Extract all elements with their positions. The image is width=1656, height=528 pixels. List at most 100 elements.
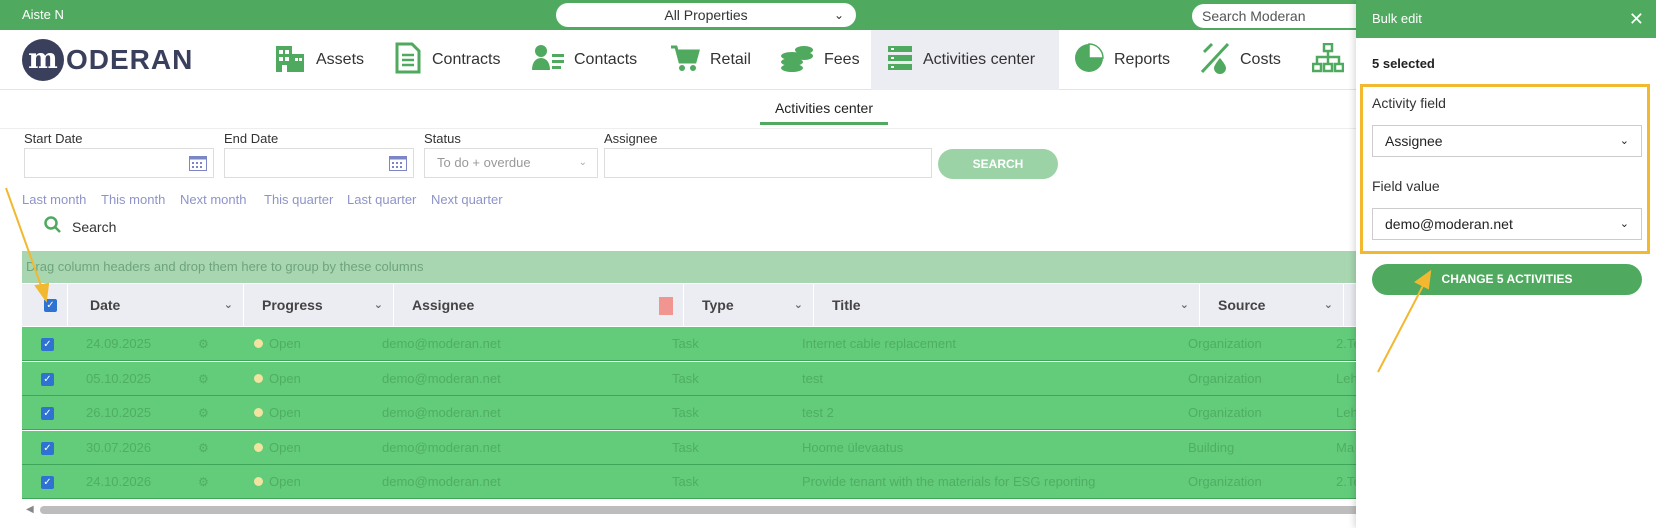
- group-drop-zone[interactable]: Drag column headers and drop them here t…: [22, 251, 1356, 283]
- calendar-icon[interactable]: [189, 156, 207, 176]
- tab-activities-center[interactable]: Activities center: [760, 100, 888, 125]
- assignee-input[interactable]: [604, 148, 932, 178]
- chevron-down-icon[interactable]: ⌄: [1324, 284, 1333, 326]
- column-progress[interactable]: Progress ⌄: [244, 284, 394, 326]
- search-link-label: Search: [72, 218, 117, 235]
- change-activities-button[interactable]: CHANGE 5 ACTIVITIES: [1372, 264, 1642, 295]
- status-dot-icon: [254, 373, 263, 383]
- global-search-input[interactable]: Search Moderan: [1192, 4, 1362, 28]
- field-value-select[interactable]: demo@moderan.net ⌄: [1372, 208, 1642, 240]
- cell-date: 26.10.2025: [86, 396, 151, 430]
- search-link[interactable]: Search: [44, 216, 116, 237]
- bulk-edit-panel: Bulk edit ✕ 5 selected Activity field As…: [1356, 0, 1656, 528]
- nav-label: Reports: [1114, 51, 1171, 68]
- nav-contracts[interactable]: Contracts: [394, 30, 500, 90]
- cell-name: Lehe: [1336, 362, 1356, 396]
- scroll-left-icon[interactable]: ◀: [26, 504, 34, 515]
- chevron-down-icon[interactable]: ⌄: [794, 284, 803, 326]
- cell-source: Organization: [1188, 465, 1262, 499]
- property-select-value: All Properties: [664, 7, 748, 23]
- row-checkbox[interactable]: ✓: [41, 372, 54, 386]
- cell-progress-text: Open: [269, 336, 301, 351]
- nav-costs[interactable]: Costs: [1200, 30, 1281, 90]
- activity-field-select[interactable]: Assignee ⌄: [1372, 125, 1642, 157]
- nav-org-chart[interactable]: [1311, 30, 1354, 90]
- quick-last-month[interactable]: Last month: [22, 192, 86, 207]
- chevron-down-icon[interactable]: ⌄: [224, 284, 233, 326]
- gear-icon[interactable]: ⚙: [198, 362, 209, 396]
- divider: [0, 128, 1356, 129]
- cell-title: Internet cable replacement: [802, 327, 1182, 361]
- column-date[interactable]: Date ⌄: [68, 284, 244, 326]
- gear-icon[interactable]: ⚙: [198, 431, 209, 465]
- status-select-value: To do + overdue: [437, 155, 531, 170]
- column-label: Date: [90, 297, 121, 313]
- table-row[interactable]: ✓ ⚙ 05.10.2025 Open demo@moderan.net Task test…: [22, 361, 1356, 396]
- end-date-input[interactable]: [224, 148, 414, 178]
- status-dot-icon: [254, 339, 263, 348]
- cell-assignee: demo@moderan.net: [382, 465, 501, 499]
- cell-type-text: Task: [672, 336, 699, 351]
- quick-next-month[interactable]: Next month: [180, 192, 246, 207]
- gear-icon[interactable]: ⚙: [198, 465, 209, 499]
- quick-this-quarter[interactable]: This quarter: [264, 192, 333, 207]
- column-label: Source: [1218, 297, 1266, 313]
- cell-title-text: Hoome ülevaatus: [802, 439, 904, 455]
- nav-activities-center[interactable]: Activities center: [871, 30, 1059, 90]
- cell-assignee: demo@moderan.net: [382, 431, 501, 465]
- row-checkbox[interactable]: ✓: [41, 338, 54, 351]
- table-row[interactable]: ✓ ⚙ 24.10.2026 Open demo@moderan.net Task Prov…: [22, 465, 1356, 499]
- chevron-down-icon[interactable]: ⌄: [374, 284, 383, 326]
- cell-progress-text: Open: [269, 474, 301, 489]
- cart-icon: [670, 44, 700, 77]
- row-checkbox[interactable]: ✓: [41, 407, 54, 420]
- horizontal-scrollbar[interactable]: ◀: [22, 504, 1368, 516]
- activity-field-value: Assignee: [1385, 133, 1443, 149]
- cell-progress: Open: [254, 327, 301, 361]
- nav-assets[interactable]: Assets: [274, 30, 364, 90]
- cell-date-text: 26.10.2025: [86, 405, 152, 420]
- quick-last-quarter[interactable]: Last quarter: [347, 192, 416, 207]
- row-checkbox[interactable]: ✓: [41, 476, 54, 489]
- gear-icon[interactable]: ⚙: [198, 327, 209, 361]
- chevron-down-icon: ⌄: [578, 157, 587, 168]
- logo[interactable]: m ODERAN: [22, 38, 193, 82]
- filter-active-icon[interactable]: [659, 297, 673, 315]
- search-button[interactable]: SEARCH: [938, 149, 1058, 179]
- column-type[interactable]: Type ⌄: [684, 284, 814, 326]
- user-name[interactable]: Aiste N: [22, 7, 64, 22]
- column-assignee[interactable]: Assignee: [394, 284, 684, 326]
- column-title[interactable]: Title ⌄: [814, 284, 1200, 326]
- nav-retail[interactable]: Retail: [670, 30, 751, 90]
- row-checkbox[interactable]: ✓: [41, 441, 54, 455]
- nav-label: Contracts: [432, 51, 501, 68]
- nav-label: Retail: [710, 51, 751, 68]
- quick-this-month[interactable]: This month: [101, 192, 165, 207]
- chevron-down-icon: ⌄: [1619, 135, 1629, 147]
- close-icon[interactable]: ✕: [1629, 0, 1644, 38]
- start-date-input[interactable]: [24, 148, 214, 178]
- gear-icon[interactable]: ⚙: [198, 396, 209, 430]
- select-all-checkbox[interactable]: ✓: [44, 299, 57, 312]
- nav-contacts[interactable]: Contacts: [532, 30, 637, 90]
- status-select[interactable]: To do + overdue ⌄: [424, 148, 598, 178]
- calendar-icon[interactable]: [389, 156, 407, 176]
- scrollbar-thumb[interactable]: [40, 506, 1368, 514]
- nav-label: Assets: [316, 51, 365, 68]
- column-source[interactable]: Source ⌄: [1200, 284, 1344, 326]
- table-row[interactable]: ✓ ⚙ 26.10.2025 Open demo@moderan.net Task test…: [22, 396, 1356, 430]
- table-row[interactable]: ✓ ⚙ 30.07.2026 Open demo@moderan.net Task Hoom…: [22, 430, 1356, 465]
- cell-source-text: Organization: [1188, 336, 1262, 351]
- cell-type: Task: [672, 362, 699, 396]
- chevron-down-icon[interactable]: ⌄: [1180, 284, 1189, 326]
- activity-field-label: Activity field: [1372, 95, 1446, 111]
- nav-reports[interactable]: Reports: [1074, 30, 1170, 90]
- property-select[interactable]: All Properties ⌄: [556, 3, 856, 27]
- chevron-down-icon: ⌄: [833, 8, 844, 22]
- cell-title-text: test 2: [802, 405, 834, 420]
- cell-type-text: Task: [672, 405, 699, 420]
- start-date-label: Start Date: [24, 131, 83, 146]
- table-row[interactable]: ✓ ⚙ 24.09.2025 Open demo@moderan.net Task Inte…: [22, 327, 1356, 361]
- nav-fees[interactable]: Fees: [780, 30, 860, 90]
- quick-next-quarter[interactable]: Next quarter: [431, 192, 503, 207]
